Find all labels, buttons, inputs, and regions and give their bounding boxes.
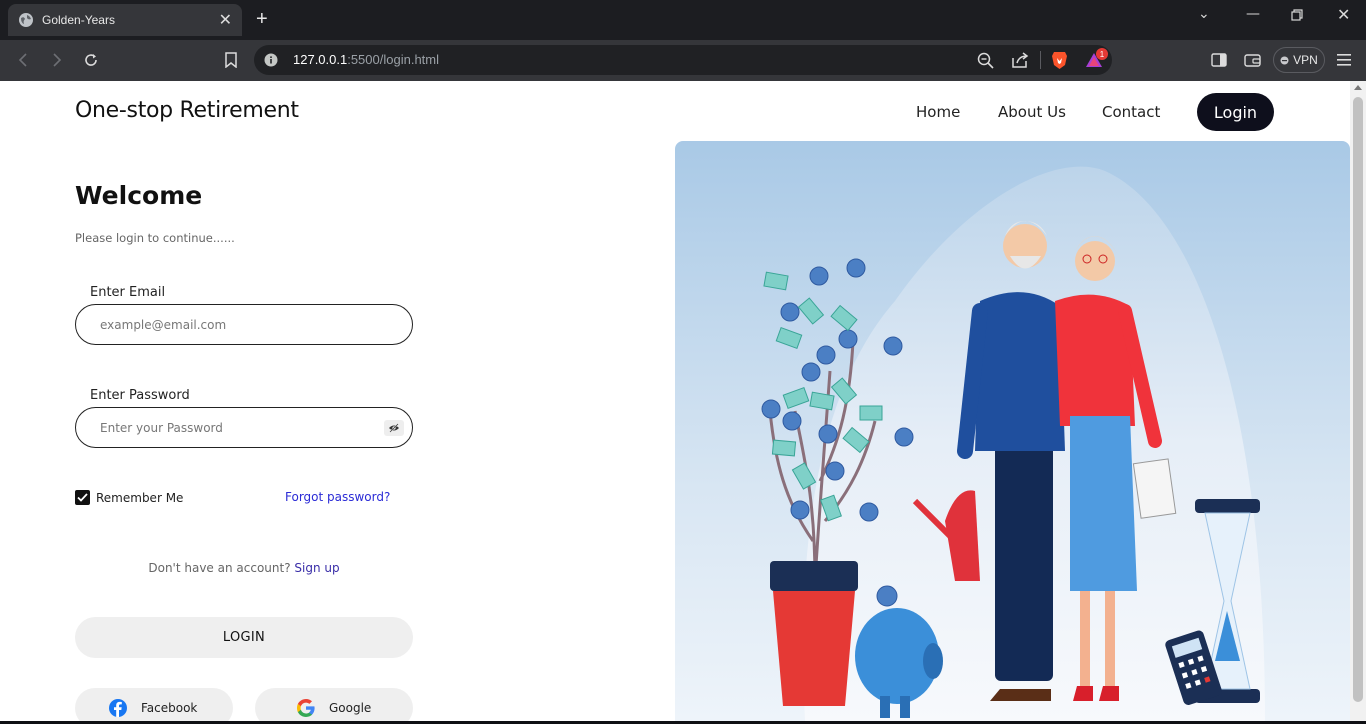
menu-icon[interactable] [1337, 54, 1351, 66]
back-icon[interactable] [13, 50, 33, 70]
url-text[interactable]: 127.0.0.1:5500/login.html [293, 52, 439, 67]
password-field[interactable] [75, 407, 413, 448]
password-input[interactable] [100, 418, 370, 438]
email-input[interactable] [100, 315, 370, 335]
scroll-up-icon[interactable] [1354, 85, 1362, 90]
page-title: Welcome [75, 181, 203, 210]
vpn-label: VPN [1293, 53, 1318, 67]
window-close-icon[interactable]: ✕ [1337, 5, 1350, 24]
forgot-password-link[interactable]: Forgot password? [285, 490, 390, 504]
facebook-button[interactable]: Facebook [75, 688, 233, 721]
login-button[interactable]: LOGIN [75, 617, 413, 658]
brand-title[interactable]: One-stop Retirement [75, 98, 299, 123]
vpn-button[interactable]: VPN [1273, 47, 1325, 73]
bookmark-icon[interactable] [221, 50, 241, 70]
vpn-status-icon [1280, 56, 1289, 64]
scrollbar-thumb[interactable] [1353, 97, 1363, 702]
close-icon[interactable]: ✕ [219, 12, 232, 28]
email-label: Enter Email [90, 285, 166, 300]
tab-title: Golden-Years [42, 13, 115, 27]
signup-link[interactable]: Sign up [294, 561, 339, 575]
plant-pot [770, 561, 858, 706]
plus-icon[interactable]: + [256, 9, 268, 29]
share-icon[interactable] [1012, 52, 1029, 68]
toolbar-divider [1040, 51, 1041, 69]
facebook-icon [109, 699, 127, 717]
eye-off-icon[interactable] [384, 420, 404, 436]
nav-about[interactable]: About Us [998, 103, 1066, 121]
signup-prompt-text: Don't have an account? [148, 561, 291, 575]
forward-icon[interactable] [47, 50, 67, 70]
remember-me[interactable]: Remember Me [75, 490, 183, 505]
check-icon [77, 493, 88, 502]
zoom-icon[interactable] [977, 52, 994, 69]
chevron-down-icon[interactable]: ⌄ [1198, 6, 1210, 22]
browser-tab[interactable]: Golden-Years ✕ [8, 4, 242, 36]
google-button[interactable]: Google [255, 688, 413, 721]
reload-icon[interactable] [81, 50, 101, 70]
remember-label: Remember Me [96, 490, 184, 505]
signup-prompt: Don't have an account? Sign up [75, 561, 413, 575]
brave-icon[interactable] [1051, 51, 1068, 70]
wallet-icon[interactable] [1244, 53, 1261, 67]
browser-tabbar: Golden-Years ✕ + ⌄ — ✕ [0, 0, 1366, 40]
google-icon [297, 699, 315, 717]
password-label: Enter Password [90, 388, 190, 403]
remember-checkbox[interactable] [75, 490, 90, 505]
page-subtitle: Please login to continue...... [75, 231, 235, 245]
nav-contact[interactable]: Contact [1102, 103, 1160, 121]
page-scrollbar[interactable] [1350, 81, 1366, 721]
email-field[interactable] [75, 304, 413, 345]
page-viewport: One-stop Retirement Home About Us Contac… [0, 81, 1350, 721]
globe-icon [19, 13, 33, 27]
nav-login-button[interactable]: Login [1197, 93, 1274, 131]
notification-badge: 1 [1096, 48, 1108, 60]
restore-icon[interactable] [1291, 9, 1303, 21]
info-icon[interactable] [264, 53, 278, 67]
facebook-label: Facebook [141, 701, 198, 715]
sidebar-icon[interactable] [1211, 53, 1227, 67]
google-label: Google [329, 701, 372, 715]
minimize-icon[interactable]: — [1246, 6, 1260, 22]
retirement-illustration [675, 141, 1350, 721]
nav-home[interactable]: Home [916, 103, 960, 121]
